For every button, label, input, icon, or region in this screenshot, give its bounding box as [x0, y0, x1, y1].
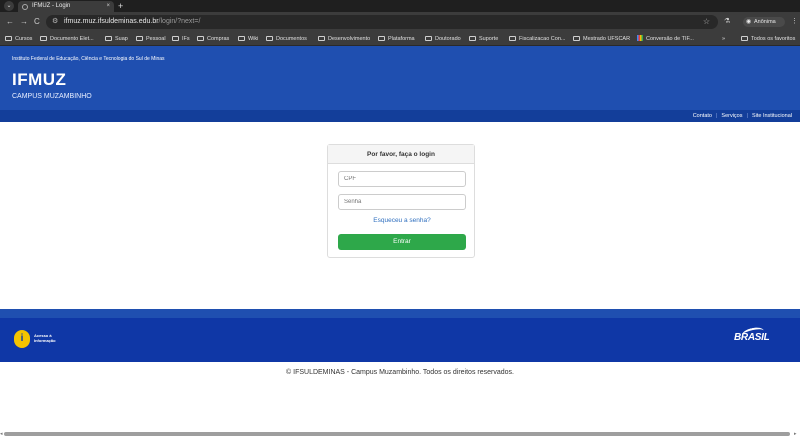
- folder-icon: [318, 35, 325, 41]
- nav-separator: |: [715, 113, 718, 119]
- login-title: Por favor, faça o login: [328, 145, 474, 164]
- bookmark-folder[interactable]: Pessoal: [136, 34, 166, 44]
- globe-icon: [22, 3, 28, 10]
- folder-icon: [469, 35, 476, 41]
- bookmark-folder[interactable]: Doutorado: [425, 34, 461, 44]
- folder-icon: [741, 35, 748, 41]
- site-info-icon[interactable]: ⚙: [52, 15, 58, 29]
- incognito-icon: ◉: [746, 19, 752, 25]
- nav-separator: |: [746, 113, 748, 119]
- bookmark-folder[interactable]: Documentos: [266, 34, 307, 44]
- all-bookmarks-folder[interactable]: Todos os favoritos: [741, 34, 795, 44]
- scroll-right-icon[interactable]: ▸: [794, 431, 797, 437]
- folder-icon: [378, 35, 385, 41]
- bookmark-folder[interactable]: Mestrado UFSCAR: [573, 34, 630, 44]
- profile-label: Anônima: [754, 19, 776, 25]
- browser-menu-icon[interactable]: ⋮: [791, 16, 798, 28]
- cpf-input[interactable]: [338, 171, 466, 187]
- nav-link-site-institucional[interactable]: Site Institucional: [752, 113, 792, 119]
- app-icon: [637, 35, 643, 41]
- bookmark-folder[interactable]: Cursos: [5, 34, 32, 44]
- address-bar[interactable]: ⚙ ifmuz.muz.ifsuldeminas.edu.br/login/?n…: [46, 15, 718, 29]
- bookmarks-bar: Cursos Documento Elet... Suap Pessoal IF…: [0, 32, 800, 46]
- access-info-icon[interactable]: i: [14, 330, 30, 348]
- bookmark-star-icon[interactable]: ☆: [703, 15, 710, 29]
- nav-link-contato[interactable]: Contato: [693, 113, 712, 119]
- login-button[interactable]: Entrar: [338, 234, 466, 250]
- bookmark-folder[interactable]: Wiki: [238, 34, 258, 44]
- folder-icon: [136, 35, 143, 41]
- site-logo[interactable]: IFMUZ: [12, 70, 66, 90]
- bookmark-folder[interactable]: Desenvolvimento: [318, 34, 370, 44]
- forward-icon[interactable]: →: [20, 16, 28, 28]
- back-icon[interactable]: ←: [6, 16, 14, 28]
- nav-link-servicos[interactable]: Serviços: [721, 113, 742, 119]
- horizontal-scrollbar[interactable]: [4, 432, 790, 436]
- bookmark-folder[interactable]: Suporte: [469, 34, 498, 44]
- site-header: Instituto Federal de Educação, Ciência e…: [0, 46, 800, 110]
- url-path: /login/?next=/: [158, 18, 201, 25]
- folder-icon: [40, 35, 47, 41]
- scroll-left-icon[interactable]: ◂: [0, 431, 3, 437]
- footer-top-band: [0, 309, 800, 318]
- browser-tabstrip: ⌄ IFMUZ - Login × +: [0, 0, 800, 12]
- browser-tab[interactable]: IFMUZ - Login ×: [18, 1, 114, 12]
- tab-search-button[interactable]: ⌄: [4, 1, 14, 11]
- folder-icon: [197, 35, 204, 41]
- bookmark-folder[interactable]: Documento Elet...: [40, 34, 94, 44]
- bookmark-link[interactable]: Conversão de TIF...: [637, 34, 694, 44]
- url-host: ifmuz.muz.ifsuldeminas.edu.br: [64, 18, 159, 25]
- bookmark-folder[interactable]: IFs: [172, 34, 190, 44]
- tab-title: IFMUZ - Login: [32, 3, 71, 9]
- forgot-password-link[interactable]: Esqueceu a senha?: [328, 217, 476, 224]
- footer: i Acesso à Informação BRASIL: [0, 318, 800, 362]
- folder-icon: [172, 35, 179, 41]
- bookmark-folder[interactable]: Suap: [105, 34, 128, 44]
- institution-name: Instituto Federal de Educação, Ciência e…: [12, 56, 165, 62]
- copyright-text: © IFSULDEMINAS - Campus Muzambinho. Todo…: [286, 369, 514, 376]
- browser-toolbar: ← → C ⚙ ifmuz.muz.ifsuldeminas.edu.br/lo…: [0, 12, 800, 32]
- login-card: Por favor, faça o login Esqueceu a senha…: [327, 144, 475, 258]
- password-input[interactable]: [338, 194, 466, 210]
- access-info-label[interactable]: Acesso à Informação: [34, 333, 56, 343]
- reload-icon[interactable]: C: [34, 16, 40, 28]
- site-nav: Contato | Serviços | Site Institucional: [0, 110, 800, 122]
- bookmark-folder[interactable]: Plataforma: [378, 34, 415, 44]
- brasil-logo[interactable]: BRASIL: [734, 332, 770, 343]
- bookmark-folder[interactable]: Compras: [197, 34, 229, 44]
- incognito-profile-button[interactable]: ◉ Anônima: [743, 17, 785, 27]
- chevron-down-icon: ⌄: [6, 3, 12, 9]
- bookmark-folder[interactable]: Fiscalizacao Con...: [509, 34, 565, 44]
- new-tab-button[interactable]: +: [118, 0, 123, 12]
- campus-name: CAMPUS MUZAMBINHO: [12, 93, 92, 100]
- more-bookmarks-button[interactable]: »: [722, 34, 725, 44]
- folder-icon: [425, 35, 432, 41]
- folder-icon: [238, 35, 245, 41]
- close-icon[interactable]: ×: [106, 1, 110, 12]
- folder-icon: [266, 35, 273, 41]
- folder-icon: [105, 35, 112, 41]
- folder-icon: [573, 35, 580, 41]
- lab-icon[interactable]: ⚗: [724, 16, 730, 28]
- folder-icon: [5, 35, 12, 41]
- folder-icon: [509, 35, 516, 41]
